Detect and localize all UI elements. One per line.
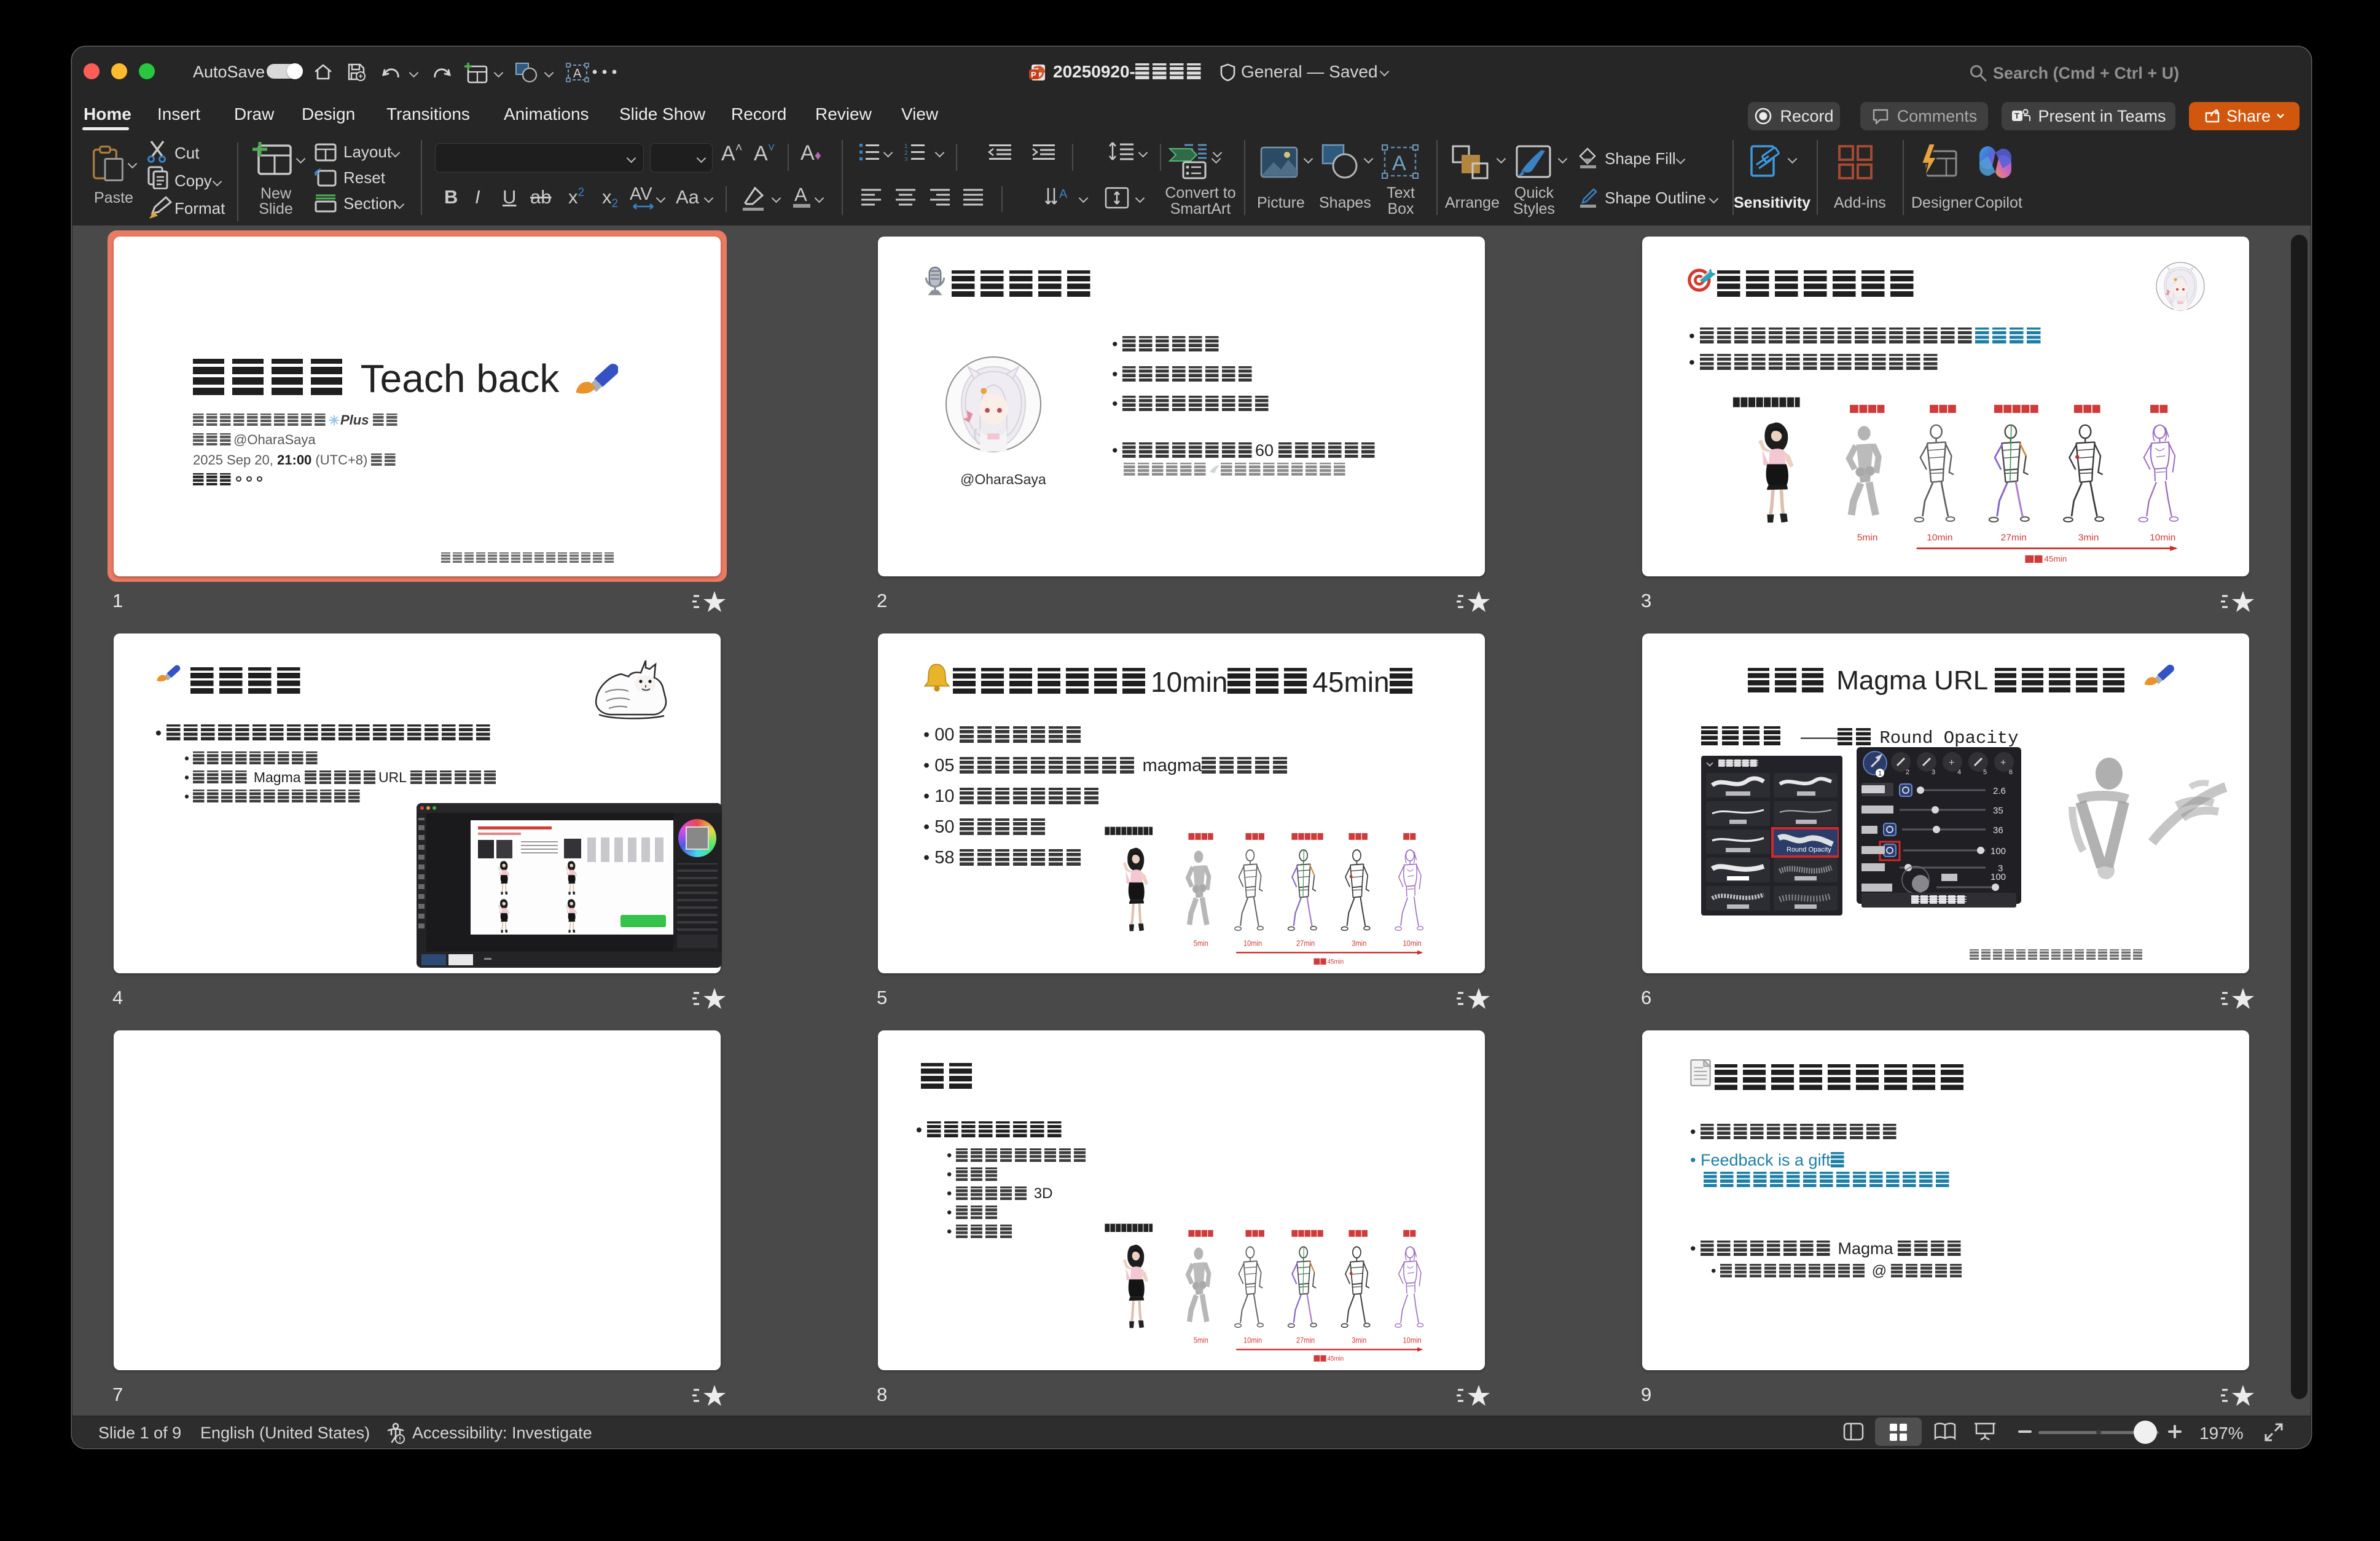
svg-text:+: + bbox=[1949, 758, 1954, 768]
svg-text:A: A bbox=[1392, 152, 1406, 175]
svg-text:1: 1 bbox=[904, 143, 908, 150]
svg-text:5: 5 bbox=[1983, 769, 1987, 776]
svg-text:35: 35 bbox=[1993, 806, 2003, 816]
svg-text:T: T bbox=[2014, 111, 2019, 120]
svg-text:2: 2 bbox=[1906, 769, 1909, 776]
svg-text:2.6: 2.6 bbox=[1993, 786, 2006, 796]
svg-text:3: 3 bbox=[904, 157, 908, 161]
svg-text:2: 2 bbox=[904, 150, 908, 157]
svg-text:Round Opacity: Round Opacity bbox=[1787, 846, 1831, 853]
svg-text:A: A bbox=[1059, 187, 1068, 201]
svg-text:36: 36 bbox=[1993, 825, 2003, 836]
svg-text:100: 100 bbox=[1991, 872, 2006, 882]
svg-text:6: 6 bbox=[2009, 769, 2013, 776]
svg-text:A: A bbox=[573, 67, 582, 80]
svg-text:100: 100 bbox=[1991, 846, 2006, 857]
svg-text:1: 1 bbox=[1878, 770, 1882, 777]
svg-text:4: 4 bbox=[1957, 769, 1961, 776]
svg-text:+: + bbox=[2000, 758, 2006, 768]
svg-text:P: P bbox=[1031, 70, 1036, 79]
svg-text:3: 3 bbox=[1932, 769, 1935, 776]
